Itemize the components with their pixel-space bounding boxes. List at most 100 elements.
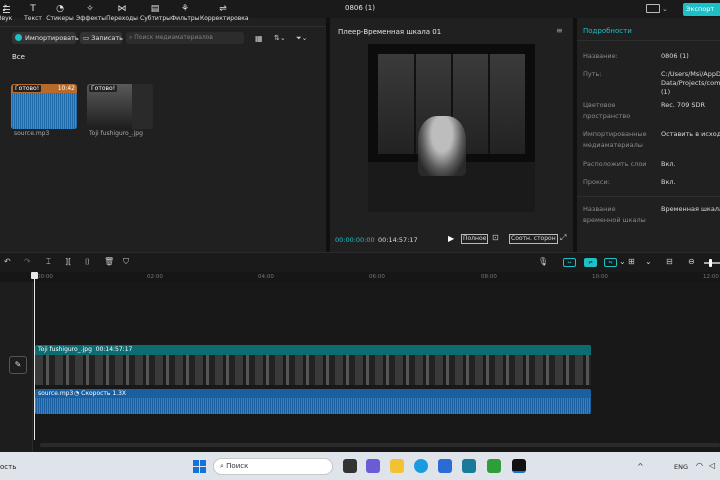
photos-icon[interactable] [462,459,476,473]
camera-icon: ▭ [83,34,92,42]
detail-label: Название: [583,52,618,60]
detail-value: Вкл. [661,160,676,168]
select-cursor-icon[interactable]: ⌶ [46,257,51,267]
detail-label: Название временной шкалы [583,205,646,224]
shield-icon[interactable]: ⛉ [123,257,129,267]
duration-label: 10:42 [57,85,75,92]
pencil-icon[interactable]: ✎ [9,356,27,374]
video-clip-label: Toji fushiguro_.jpg 00:14:57:17 [38,346,132,353]
waveform [35,398,591,414]
tool-filters[interactable]: ⚘ Фильтры [171,3,199,25]
media-search-input[interactable]: ⌕ Поиск медиаматериалов [126,32,244,44]
screenshot-icon[interactable]: ⊡ [492,233,499,242]
undo-icon[interactable]: ↶ [4,257,11,266]
export-button[interactable]: Экспорт [683,3,720,16]
tool-label: Стикеры [46,15,74,22]
sticker-icon: ◔ [56,4,64,14]
ruler-tick: 04:00 [258,274,274,280]
details-title: Подробности [583,27,632,35]
media-item-image[interactable]: Готово! [87,84,153,129]
tool-audio[interactable]: ♪Звук [0,3,16,25]
store-icon[interactable] [438,459,452,473]
aspect-ratio-button[interactable]: Соотн. сторон [509,234,558,244]
wifi-icon[interactable]: ◠ [696,461,703,470]
speed-label: Скорость 1.3X [81,390,127,397]
ruler-tick: 00:00 [37,274,53,280]
record-button[interactable]: ▭ Записать [80,32,123,44]
ruler-tick: 08:00 [481,274,497,280]
detail-label: Прокси: [583,178,610,186]
sort-icon[interactable]: ⇅⌄ [274,34,286,42]
linkage-toggle[interactable]: ⇋ [604,258,617,267]
fullscreen-icon[interactable]: ⤢ [560,233,566,243]
microphone-icon[interactable]: 🎙 [538,257,548,266]
detail-value: C:/Users/Msi/AppData/Local/CapCut/User D… [661,70,720,96]
auto-snap-toggle[interactable]: ⇌ [584,258,597,267]
main-track-magnet-toggle[interactable]: ↔ [563,258,576,267]
chevron-down-icon[interactable]: ⌄ [662,5,670,13]
layout-icon[interactable] [646,4,660,13]
tool-subtitles[interactable]: ▤ Субтитры [140,3,171,25]
import-label: Импортировать [25,34,79,42]
export-label: Экспорт [686,5,715,13]
task-view-icon[interactable] [343,459,357,473]
windows-taskbar [0,452,720,480]
total-timecode: 00:14:57:17 [378,236,418,244]
delete-icon[interactable]: 🗑 [104,257,114,266]
tool-stickers[interactable]: ◔ Стикеры [46,3,74,25]
subtitles-icon: ▤ [150,4,160,14]
transition-icon: ⋈ [117,4,127,14]
tool-transitions[interactable]: ⋈ Переходы [106,3,138,25]
detail-value: 0806 (1) [661,52,689,60]
audio-clip-label: source.mp3 [38,390,74,397]
current-timecode: 00:00:00:00 [335,236,375,244]
tool-label: Фильтры [171,15,200,22]
xbox-icon[interactable] [487,459,501,473]
redo-icon[interactable]: ↷ [24,257,31,266]
search-placeholder: Поиск медиаматериалов [134,34,213,41]
play-icon[interactable]: ▶ [448,234,454,243]
ruler-tick: 02:00 [147,274,163,280]
detail-value: Оставить в исходном месте [661,130,720,138]
plus-icon [15,34,22,41]
tool-effects[interactable]: ✧ Эффекты [76,3,106,25]
speaker-icon[interactable]: ◁ [709,461,715,470]
chevron-up-icon[interactable]: ^ [637,462,644,471]
zoom-slider[interactable] [704,262,720,264]
status-badge: Готово! [89,85,118,92]
filter-funnel-icon[interactable]: ⏷⌄ [296,34,307,43]
zoom-slider-handle[interactable] [709,259,712,267]
playhead[interactable] [34,272,35,440]
menu-icon[interactable]: ≡ [556,26,563,35]
import-button[interactable]: Импортировать [12,32,79,44]
tool-text[interactable]: T Текст [22,3,44,25]
detail-label: Импортированные медиаматериалы [583,130,647,149]
detail-label: Путь: [583,70,602,78]
chevron-down-icon[interactable]: ⌄ [619,257,626,266]
file-explorer-icon[interactable] [390,459,404,473]
teams-icon[interactable] [366,459,380,473]
detail-value: Временная шкала 01 [661,205,720,213]
split-icon[interactable]: ][ [65,257,71,266]
playhead-handle[interactable] [31,272,38,279]
language-indicator[interactable]: ENG [674,463,688,471]
zoom-out-icon[interactable]: ⊖ [688,257,695,266]
video-preview[interactable] [368,44,535,212]
tool-adjust[interactable]: ⇌ Корректировка [200,3,249,25]
edge-icon[interactable] [414,459,428,473]
windows-start-icon[interactable] [193,460,206,473]
timeline-ruler[interactable] [0,272,720,282]
media-item-audio[interactable]: Готово! 10:42 [11,84,77,129]
chevron-down-icon[interactable]: ⌄ [645,257,652,266]
full-quality-button[interactable]: Полное [461,234,489,244]
split-left-icon[interactable]: ⌷ [85,257,90,267]
preview-person [418,116,466,176]
detail-label: Расположить слои [583,160,647,168]
caption-icon[interactable]: ⊟ [666,257,673,266]
taskbar-search[interactable]: ⌕ Поиск [213,458,333,475]
capcut-taskbar-icon[interactable] [512,459,526,473]
tool-label: Звук [0,15,13,22]
horizontal-scrollbar[interactable] [40,443,720,447]
preview-axis-icon[interactable]: ⊞ [628,257,635,266]
grid-view-icon[interactable]: ▦ [255,34,263,43]
